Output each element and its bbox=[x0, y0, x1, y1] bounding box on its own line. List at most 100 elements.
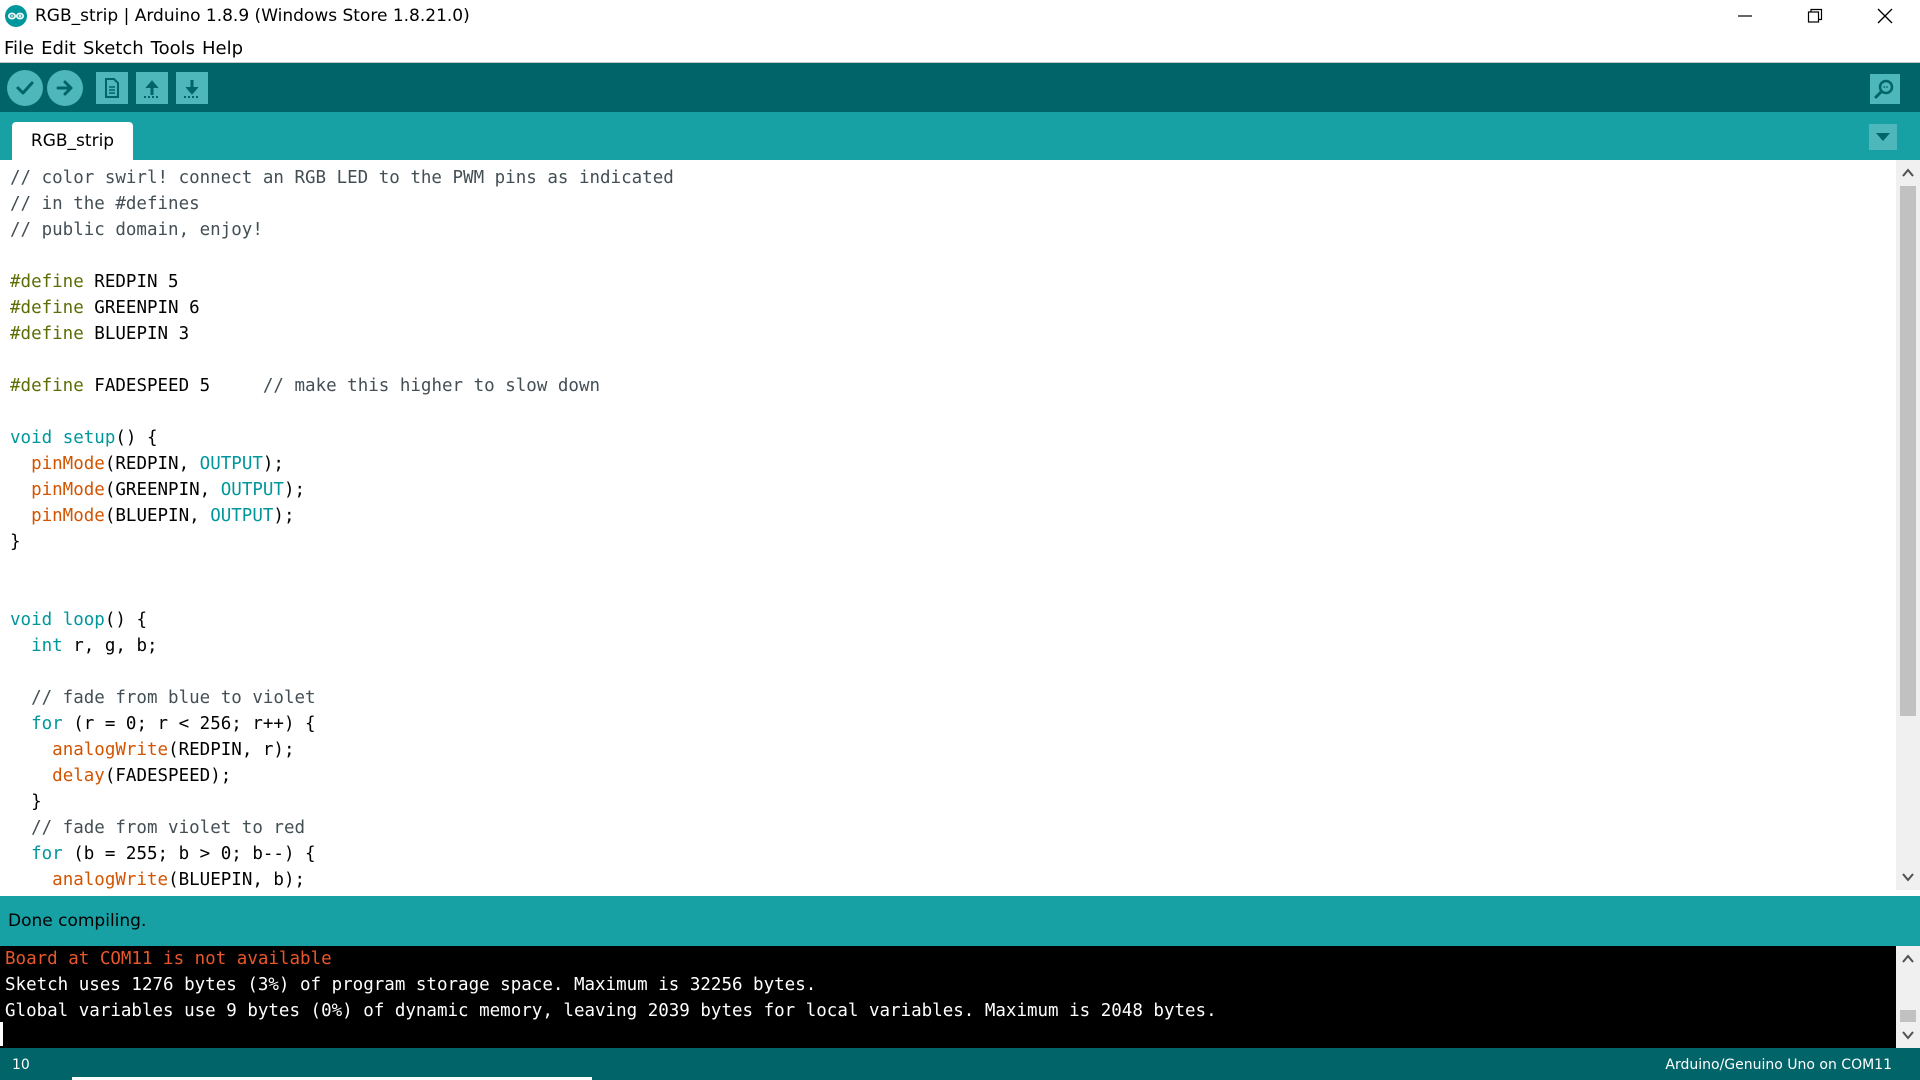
code-token: OUTPUT bbox=[210, 506, 274, 526]
code-text: // color swirl! connect an RGB LED to th… bbox=[10, 165, 674, 890]
code-line: for (b = 255; b > 0; b--) { bbox=[10, 841, 674, 867]
code-token: // make this higher to slow down bbox=[262, 376, 601, 396]
code-token: BLUEPIN 3 bbox=[83, 324, 190, 344]
code-token: ); bbox=[273, 506, 295, 526]
code-token: for bbox=[31, 844, 63, 864]
code-token: pinMode bbox=[31, 506, 105, 526]
code-token: () { bbox=[104, 610, 148, 630]
code-line: #define REDPIN 5 bbox=[10, 269, 674, 295]
code-token: void bbox=[10, 610, 53, 630]
code-token: (BLUEPIN, b); bbox=[168, 870, 306, 890]
code-token: pinMode bbox=[31, 480, 105, 500]
minimize-button[interactable] bbox=[1710, 0, 1780, 32]
scroll-up-icon[interactable] bbox=[1901, 166, 1915, 180]
code-token: (FADESPEED); bbox=[104, 766, 232, 786]
editor-scroll-thumb[interactable] bbox=[1900, 186, 1916, 716]
code-token: (GREENPIN, bbox=[104, 480, 221, 500]
restore-button[interactable] bbox=[1780, 0, 1850, 32]
scroll-down-icon[interactable] bbox=[1901, 870, 1915, 884]
title-bar: RGB_strip | Arduino 1.8.9 (Windows Store… bbox=[0, 0, 1920, 32]
restore-icon bbox=[1807, 8, 1823, 23]
code-token: () { bbox=[115, 428, 158, 448]
code-token: ); bbox=[262, 454, 284, 474]
verify-button[interactable] bbox=[7, 70, 43, 106]
scroll-up-icon[interactable] bbox=[1901, 952, 1915, 966]
console-scroll-thumb[interactable] bbox=[1900, 1010, 1916, 1022]
code-line: // in the #defines bbox=[10, 191, 674, 217]
open-sketch-button[interactable] bbox=[136, 72, 168, 104]
code-token: void bbox=[10, 428, 53, 448]
menu-sketch[interactable]: Sketch bbox=[79, 38, 147, 59]
console-line: Global variables use 9 bytes (0%) of dyn… bbox=[5, 1001, 1217, 1021]
code-token: #define bbox=[10, 324, 84, 344]
code-line: // fade from blue to violet bbox=[10, 685, 674, 711]
code-line: delay(FADESPEED); bbox=[10, 763, 674, 789]
console-output[interactable]: Board at COM11 is not available Sketch us… bbox=[0, 946, 1896, 1048]
code-line: #define GREENPIN 6 bbox=[10, 295, 674, 321]
code-line: } bbox=[10, 529, 674, 555]
menu-edit[interactable]: Edit bbox=[37, 38, 79, 59]
code-line: pinMode(BLUEPIN, OUTPUT); bbox=[10, 503, 674, 529]
menu-file[interactable]: File bbox=[0, 38, 37, 59]
code-token: analogWrite bbox=[52, 740, 169, 760]
code-line: // color swirl! connect an RGB LED to th… bbox=[10, 165, 674, 191]
menu-tools[interactable]: Tools bbox=[147, 38, 198, 59]
code-token: (BLUEPIN, bbox=[104, 506, 211, 526]
code-token: #define bbox=[10, 272, 84, 292]
console-line: Sketch uses 1276 bytes (3%) of program s… bbox=[5, 975, 817, 995]
code-token: (r = 0; r < 256; r++) { bbox=[62, 714, 316, 734]
editor-scrollbar[interactable] bbox=[1896, 160, 1920, 890]
serial-monitor-icon bbox=[1874, 79, 1894, 99]
code-token: ); bbox=[283, 480, 306, 500]
console-scrollbar[interactable] bbox=[1896, 946, 1920, 1048]
tab-menu-button[interactable] bbox=[1869, 124, 1897, 150]
code-line: } bbox=[10, 789, 674, 815]
verify-icon bbox=[16, 81, 34, 95]
tab-rgb-strip[interactable]: RGB_strip bbox=[12, 122, 133, 160]
menu-help[interactable]: Help bbox=[198, 38, 246, 59]
console-cursor bbox=[0, 1022, 3, 1046]
upload-icon bbox=[56, 80, 73, 96]
open-icon bbox=[144, 80, 160, 98]
bottom-status-bar: 10 Arduino/Genuino Uno on COM11 bbox=[0, 1048, 1920, 1080]
code-token: // in the #defines bbox=[10, 194, 200, 214]
code-line: int r, g, b; bbox=[10, 633, 674, 659]
code-token: // color swirl! connect an RGB LED to th… bbox=[10, 168, 674, 188]
scroll-down-icon[interactable] bbox=[1901, 1028, 1915, 1042]
close-button[interactable] bbox=[1850, 0, 1920, 32]
new-sketch-button[interactable] bbox=[96, 72, 128, 104]
new-icon bbox=[105, 78, 119, 98]
code-line: #define FADESPEED 5 // make this higher … bbox=[10, 373, 674, 399]
serial-monitor-button[interactable] bbox=[1870, 74, 1900, 104]
save-sketch-button[interactable] bbox=[176, 72, 208, 104]
code-line: pinMode(GREENPIN, OUTPUT); bbox=[10, 477, 674, 503]
toolbar bbox=[0, 63, 1920, 112]
code-token: (b = 255; b > 0; b--) { bbox=[62, 844, 316, 864]
code-token: OUTPUT bbox=[199, 454, 263, 474]
upload-button[interactable] bbox=[47, 70, 83, 106]
save-icon bbox=[184, 80, 200, 98]
arduino-logo-icon bbox=[5, 5, 27, 27]
code-token: GREENPIN 6 bbox=[83, 298, 200, 318]
console-line: Board at COM11 is not available bbox=[5, 949, 332, 969]
code-line: void setup() { bbox=[10, 425, 674, 451]
code-editor[interactable]: // color swirl! connect an RGB LED to th… bbox=[0, 160, 1896, 890]
menu-bar: File Edit Sketch Tools Help bbox=[0, 34, 1920, 62]
code-token: r, g, b; bbox=[62, 636, 158, 656]
board-port-info: Arduino/Genuino Uno on COM11 bbox=[1665, 1057, 1892, 1073]
close-icon bbox=[1877, 8, 1893, 24]
